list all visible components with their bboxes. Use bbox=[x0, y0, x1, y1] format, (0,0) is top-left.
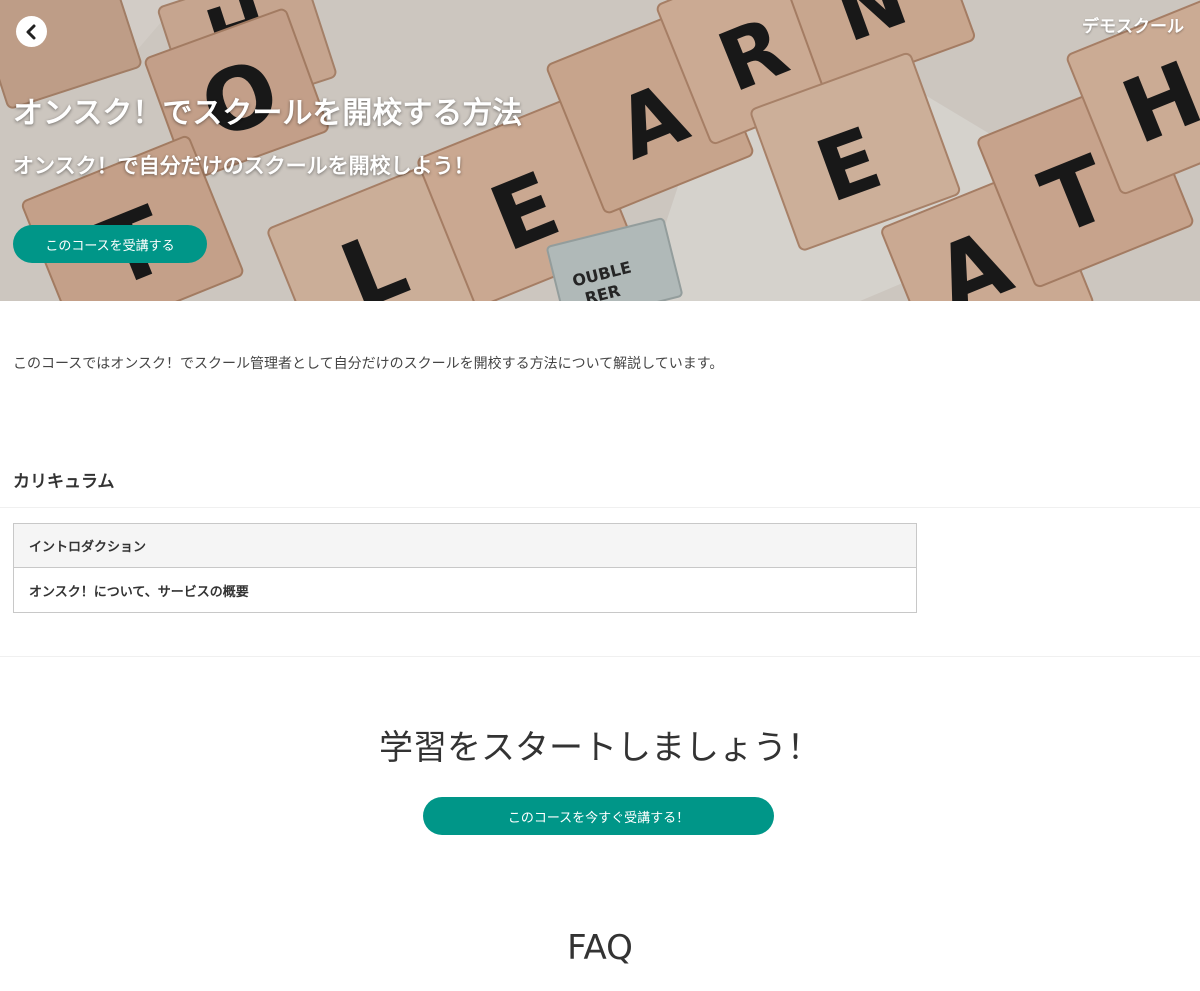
curriculum-lesson-item[interactable]: オンスク！について、サービスの概要 bbox=[14, 568, 916, 612]
curriculum-section-header: イントロダクション bbox=[14, 524, 916, 568]
curriculum-table: イントロダクション オンスク！について、サービスの概要 bbox=[13, 523, 917, 613]
school-name-link[interactable]: デモスクール bbox=[1082, 12, 1184, 37]
start-learning-heading: 学習をスタートしましょう！ bbox=[379, 728, 821, 768]
course-title: オンスク！でスクールを開校する方法 bbox=[13, 96, 523, 131]
faq-heading: FAQ bbox=[567, 928, 633, 968]
hero-banner: H O T L E A R bbox=[0, 0, 1200, 301]
course-subtitle: オンスク！で自分だけのスクールを開校しよう！ bbox=[13, 154, 475, 178]
divider bbox=[0, 507, 1200, 508]
enroll-button[interactable]: このコースを受講する bbox=[13, 225, 207, 263]
curriculum-heading: カリキュラム bbox=[13, 472, 115, 492]
divider bbox=[0, 656, 1200, 657]
enroll-now-button[interactable]: このコースを今すぐ受講する！ bbox=[423, 797, 774, 835]
course-description: このコースではオンスク！でスクール管理者として自分だけのスクールを開校する方法に… bbox=[13, 356, 724, 372]
chevron-left-icon bbox=[26, 24, 35, 39]
back-button[interactable] bbox=[16, 16, 47, 47]
